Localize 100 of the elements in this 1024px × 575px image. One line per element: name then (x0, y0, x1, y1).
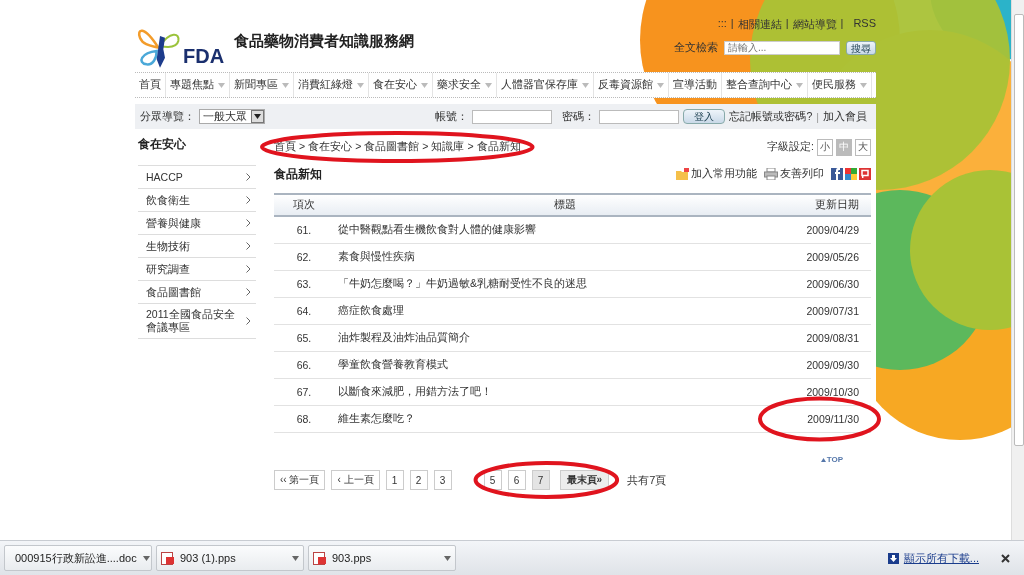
tool-link[interactable]: 加入常用功能 (676, 167, 757, 181)
font-size-button[interactable]: 小 (817, 138, 833, 156)
table-cell: 62. (274, 243, 334, 271)
previous-page-button[interactable]: ‹ 上一頁 (331, 470, 380, 490)
nav-item[interactable]: 食在安心 (369, 73, 433, 97)
download-item[interactable]: 000915行政新訟進....doc (4, 545, 152, 571)
first-page-button[interactable]: ‹‹ 第一頁 (274, 470, 326, 490)
show-all-downloads-link[interactable]: 顯示所有下載... (887, 550, 979, 566)
page-button[interactable]: 6 (507, 470, 526, 490)
breadcrumb-link[interactable]: 食在安心 (308, 140, 353, 154)
article-link[interactable]: 癌症飲食處理 (334, 297, 768, 325)
last-page-button[interactable]: 最末頁» (559, 470, 610, 490)
article-link[interactable]: 素食與慢性疾病 (334, 243, 768, 271)
account-field[interactable] (472, 109, 553, 124)
nav-item[interactable]: 整合查詢中心 (722, 73, 808, 97)
font-size-label: 字級設定: (767, 140, 814, 154)
chevron-icon (246, 265, 251, 273)
article-link[interactable]: 維生素怎麼吃？ (334, 405, 768, 433)
breadcrumb-link[interactable]: 食品圖書館 (364, 140, 420, 154)
share-icon[interactable] (859, 168, 871, 180)
nav-item[interactable]: 便民服務 (808, 73, 872, 97)
sidebar-item[interactable]: 飲食衛生 (138, 189, 256, 212)
column-header: 標題 (334, 194, 768, 216)
caret-icon (142, 555, 150, 561)
site-title: 食品藥物消費者知識服務網 (234, 32, 415, 51)
table-cell: 67. (274, 378, 334, 406)
table-cell: 2009/04/29 (768, 216, 871, 244)
chevron-icon (246, 317, 251, 325)
sidebar-item[interactable]: 生物技術 (138, 235, 256, 258)
nav-item[interactable]: 消費紅綠燈 (294, 73, 369, 97)
article-link[interactable]: 以斷食來減肥，用錯方法了吧！ (334, 378, 768, 406)
sidebar-item[interactable]: 食品圖書館 (138, 281, 256, 304)
breadcrumb-link[interactable]: 知識庫 (431, 140, 465, 154)
article-link[interactable]: 學童飲食營養教育模式 (334, 351, 768, 379)
sidebar-item[interactable]: 營養與健康 (138, 212, 256, 235)
page-count: 共有7頁 (627, 472, 667, 488)
nav-item[interactable]: 藥求安全 (433, 73, 497, 97)
table-cell: 2009/08/31 (768, 324, 871, 352)
close-icon[interactable] (1001, 553, 1010, 563)
tool-link[interactable]: 友善列印 (764, 167, 824, 181)
header-link[interactable]: 網站導覽 (792, 17, 837, 32)
scrollbar[interactable] (1011, 0, 1024, 540)
table-cell: 2009/10/30 (768, 378, 871, 406)
article-link[interactable]: 油炸製程及油炸油品質簡介 (334, 324, 768, 352)
sidebar-item[interactable]: 2011全國食品安全會議專區 (138, 304, 256, 339)
table-cell: 2009/07/31 (768, 297, 871, 325)
table-cell: 2009/06/30 (768, 270, 871, 298)
header-link[interactable]: RSS (853, 17, 876, 32)
breadcrumb-separator: > (422, 140, 429, 154)
download-item[interactable]: 903.pps (308, 545, 456, 571)
page-button[interactable]: 2 (409, 470, 428, 490)
nav-item[interactable]: 宣導活動 (669, 73, 722, 97)
chevron-icon (246, 196, 251, 204)
nav-item[interactable]: 專題焦點 (166, 73, 230, 97)
page-button[interactable]: 3 (433, 470, 452, 490)
article-link[interactable]: 「牛奶怎麼喝？」牛奶過敏&乳糖耐受性不良的迷思 (334, 270, 768, 298)
back-to-top-link[interactable]: TOP (820, 455, 843, 464)
sidebar-title: 食在安心 (138, 129, 256, 166)
join-link[interactable]: 加入會員 (823, 109, 867, 124)
breadcrumb-link[interactable]: 食品新知 (476, 140, 521, 154)
font-size-button[interactable]: 大 (855, 138, 871, 156)
article-link[interactable]: 從中醫觀點看生機飲食對人體的健康影響 (334, 216, 768, 244)
category-label: 分眾導覽： (140, 109, 195, 124)
table-cell: 2009/11/30 (768, 405, 871, 433)
caret-icon (251, 110, 264, 123)
sidebar-item[interactable]: HACCP (138, 166, 256, 189)
chevron-icon (246, 219, 251, 227)
link-separator: | (840, 17, 844, 31)
folder-icon (676, 168, 689, 180)
table-cell: 64. (274, 297, 334, 325)
printer-icon (764, 168, 778, 180)
breadcrumb-link[interactable]: 首頁 (274, 140, 296, 154)
nav-item[interactable]: 新聞專區 (230, 73, 294, 97)
table-cell: 66. (274, 351, 334, 379)
table-cell: 63. (274, 270, 334, 298)
page-button[interactable]: 1 (385, 470, 404, 490)
table-cell: 2009/09/30 (768, 351, 871, 379)
password-field[interactable] (599, 109, 680, 124)
nav-item[interactable]: 人體器官保存庫 (497, 73, 594, 97)
table-cell: 2009/05/26 (768, 243, 871, 271)
slides-icon (161, 551, 174, 565)
up-triangle-icon (820, 457, 826, 462)
forgot-link[interactable]: 忘記帳號或密碼? (729, 109, 813, 124)
table-cell: 68. (274, 405, 334, 433)
nav-item[interactable]: 反毒資源館 (594, 73, 669, 97)
header-link[interactable]: ::: (717, 17, 727, 32)
sidebar-item[interactable]: 研究調查 (138, 258, 256, 281)
share-icon[interactable] (831, 168, 843, 180)
category-dropdown[interactable]: 一般大眾 (199, 109, 265, 124)
caret-icon (444, 555, 451, 561)
login-button[interactable]: 登入 (683, 109, 726, 124)
search-label: 全文檢索 (674, 40, 718, 55)
table-cell: 65. (274, 324, 334, 352)
page-button[interactable]: 7 (531, 470, 550, 490)
nav-item[interactable]: 首頁 (135, 73, 166, 97)
page-title: 食品新知 (274, 165, 322, 183)
account-label: 帳號： (435, 109, 469, 124)
download-item[interactable]: 903 (1).pps (156, 545, 304, 571)
breadcrumb-separator: > (467, 140, 474, 154)
header-link[interactable]: 相關連結 (737, 17, 782, 32)
